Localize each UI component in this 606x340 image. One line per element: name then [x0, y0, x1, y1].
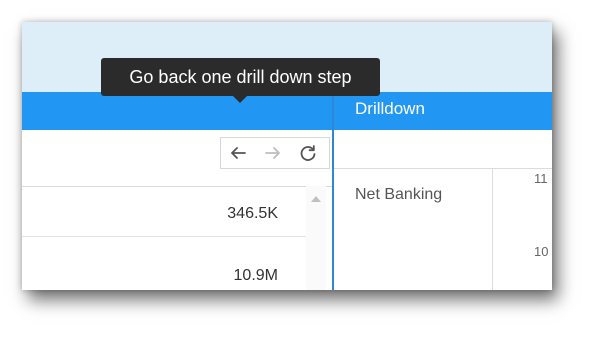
drilldown-header-divider	[334, 168, 552, 169]
screenshot-frame: Drilldown 346.5K 10.9M Net Banking 11 10…	[22, 22, 552, 290]
refresh-button[interactable]	[298, 143, 318, 163]
tooltip-pointer	[233, 96, 247, 103]
vertical-scrollbar[interactable]	[306, 186, 326, 290]
tooltip: Go back one drill down step	[101, 58, 380, 96]
drilldown-panel-body	[334, 130, 552, 290]
row-value: 346.5K	[227, 205, 278, 222]
drilldown-title: Drilldown	[355, 99, 425, 118]
left-panel-header	[22, 92, 332, 130]
arrow-right-icon	[265, 147, 280, 159]
axis-tick-label: 10	[534, 244, 549, 259]
table-row: 10.9M	[22, 237, 306, 287]
tooltip-text: Go back one drill down step	[129, 66, 352, 87]
table-row: 346.5K	[22, 186, 306, 237]
back-button[interactable]	[228, 143, 248, 163]
refresh-icon	[300, 145, 316, 161]
axis-tick-label: 11	[534, 171, 548, 186]
scroll-up-arrow-icon[interactable]	[311, 196, 321, 202]
arrow-left-icon	[231, 147, 246, 159]
row-value: 10.9M	[233, 267, 278, 284]
category-label: Net Banking	[355, 186, 443, 203]
forward-button[interactable]	[263, 143, 283, 163]
drilldown-column-divider	[492, 169, 493, 290]
